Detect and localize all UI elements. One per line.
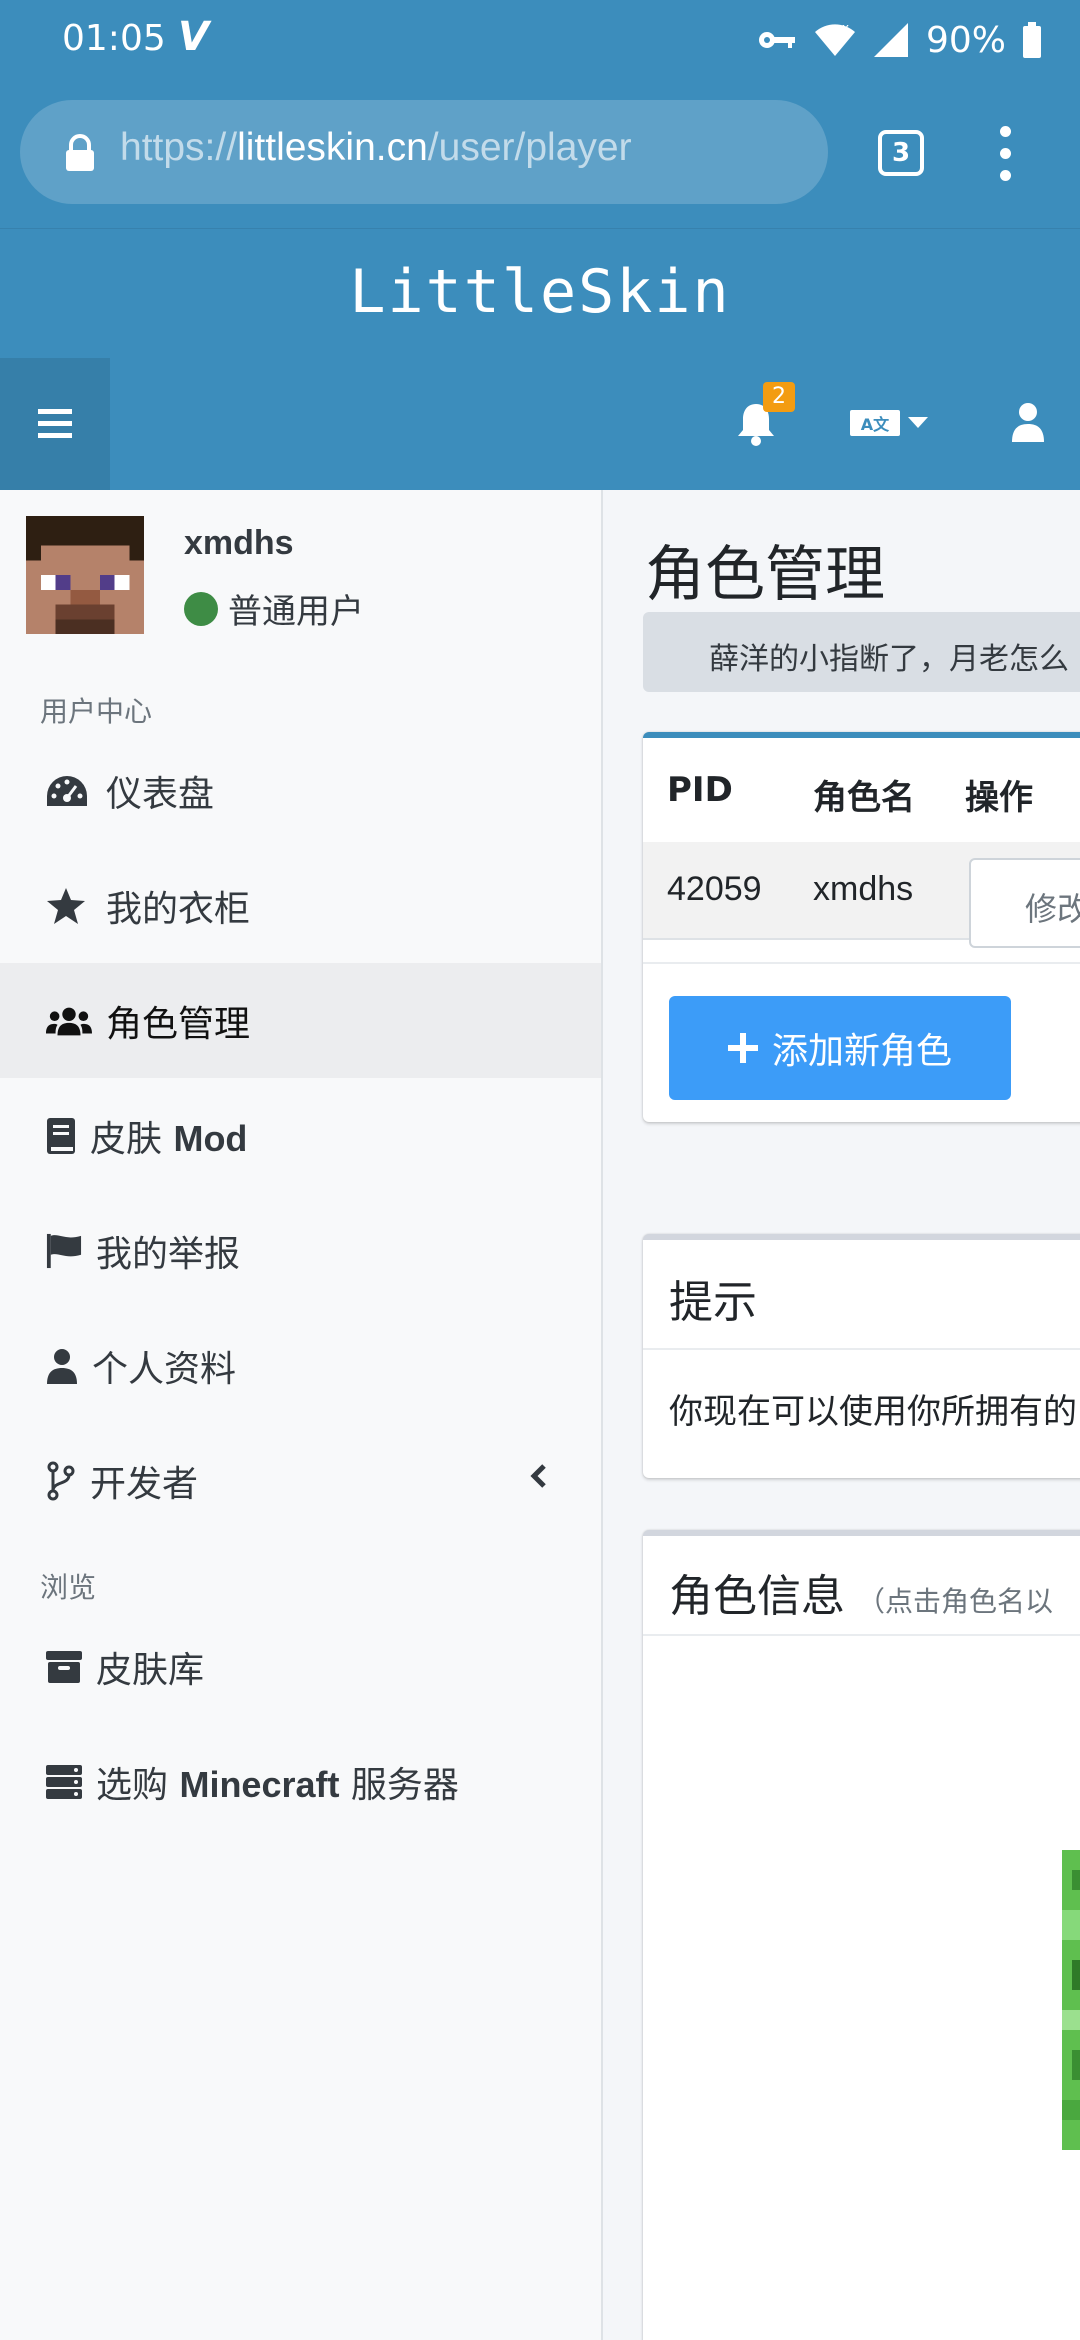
add-player-label: 添加新角色 [771,1031,952,1072]
wifi-icon: x [814,22,855,56]
url-bar[interactable]: https://littleskin.cn/user/player [20,100,828,204]
language-switcher[interactable]: A文 [850,410,928,436]
dot-icon [1000,170,1011,181]
sidebar: xmdhs 普通用户 用户中心 仪表盘 我的衣柜 角色管理 皮肤 Mod 我的举… [0,490,603,2340]
code-branch-icon [47,1461,75,1500]
tab-switcher-button[interactable]: 3 [878,130,924,176]
role-label: 普通用户 [228,592,364,632]
svg-text:x: x [842,22,849,35]
bars-icon [38,409,72,438]
site-logo[interactable]: LittleSkin [0,257,1080,327]
battery-icon [1023,22,1041,58]
sidebar-item-label: 个人资料 [92,1348,237,1390]
site-logo-bar: LittleSkin [0,228,1080,358]
plus-icon [727,1033,758,1063]
sidebar-item-profile[interactable]: 个人资料 [0,1308,601,1423]
sidebar-item-label: 我的衣柜 [106,888,251,930]
status-icons: x 90% [758,18,1042,62]
column-header: 操作 [965,778,1033,818]
buy-server-label-bold: Minecraft [179,1763,340,1805]
sidebar-item-label: 皮肤 Mod [90,1110,247,1162]
avatar [26,516,144,634]
star-icon [47,887,85,924]
add-player-button[interactable]: 添加新角色 [669,996,1011,1100]
dot-icon [1000,126,1011,137]
signal-icon [873,23,908,57]
buy-server-label-prefix: 选购 [96,1764,180,1806]
tip-card-title: 提示 [669,1277,757,1328]
caret-down-icon [908,417,928,428]
player-info-title-text: 角色信息 [669,1571,845,1622]
page-title: 角色管理 [645,540,885,610]
chevron-left-icon [530,1464,546,1488]
sidebar-item-skinlib[interactable]: 皮肤库 [0,1609,601,1724]
sidebar-item-dashboard[interactable]: 仪表盘 [0,733,601,848]
player-pid: 42059 [667,870,762,908]
card-divider [643,1634,1080,1636]
column-header: 角色名 [813,778,915,818]
sidebar-item-label: 选购 Minecraft 服务器 [96,1756,459,1808]
sidebar-section-user-center: 用户中心 [40,695,153,728]
player-info-subtitle: （点击角色名以 [857,1585,1054,1618]
language-icon: A文 [850,410,900,436]
sidebar-item-label: 仪表盘 [106,773,215,815]
sidebar-item-skin-mod[interactable]: 皮肤 Mod [0,1078,601,1193]
skin-preview [1062,1850,1080,2150]
dot-icon [1000,148,1011,159]
sidebar-item-label: 我的举报 [96,1233,241,1275]
online-status-icon [184,591,218,626]
table-header: PID 角色名 操作 [643,738,1080,842]
browser-menu-button[interactable] [990,126,1020,182]
notification-badge: 2 [763,382,795,412]
sidebar-item-label: 开发者 [90,1463,199,1505]
server-icon [46,1764,82,1799]
tip-card-body: 你现在可以使用你所拥有的 [669,1392,1077,1432]
tachometer-icon [47,775,87,806]
main-content: 角色管理 薛洋的小指断了，月老怎么 PID 角色名 操作 42059 xmdhs… [605,490,1080,2340]
sidebar-user-role: 普通用户 [184,584,364,633]
player-info-card: 角色信息 （点击角色名以 [643,1530,1080,2340]
card-divider [643,962,1080,964]
skin-mod-label-prefix: 皮肤 [90,1118,174,1160]
user-icon [47,1348,77,1384]
book-icon [47,1117,75,1154]
url-text: https://littleskin.cn/user/player [120,126,632,170]
flag-icon [46,1233,82,1268]
user-menu-icon[interactable] [1010,402,1046,442]
sidebar-item-label: 角色管理 [106,1003,251,1045]
url-scheme: https:// [120,126,238,169]
sidebar-item-reports[interactable]: 我的举报 [0,1193,601,1308]
status-time: 01:05 [62,18,166,59]
browser-toolbar: https://littleskin.cn/user/player 3 [0,80,1080,228]
skin-mod-label-bold: Mod [173,1117,248,1159]
sidebar-item-closet[interactable]: 我的衣柜 [0,848,601,963]
lock-icon [66,134,94,171]
edit-player-button[interactable]: 修改 [969,858,1080,948]
sidebar-item-buy-server[interactable]: 选购 Minecraft 服务器 [0,1724,601,1839]
top-navbar: 2 A文 [0,358,1080,490]
column-header: PID [667,770,733,810]
sidebar-item-player-manage[interactable]: 角色管理 [0,963,601,1078]
table-row: 42059 xmdhs 修改 [643,842,1080,948]
player-name[interactable]: xmdhs [813,870,913,909]
archive-icon [46,1650,82,1683]
player-info-title: 角色信息 （点击角色名以 [669,1560,1053,1624]
sidebar-username: xmdhs [184,524,294,562]
sidebar-section-browse: 浏览 [40,1571,97,1604]
buy-server-label-suffix: 服务器 [339,1764,459,1806]
battery-percent: 90% [925,19,1006,61]
sidebar-toggle-button[interactable] [0,358,110,490]
users-icon [46,1007,92,1035]
key-icon [758,32,795,48]
sidebar-item-label: 皮肤库 [96,1649,205,1691]
players-card: PID 角色名 操作 42059 xmdhs 修改 添加新角色 [643,732,1080,1122]
url-path: /user/player [427,126,632,169]
tip-card: 提示 你现在可以使用你所拥有的 [643,1234,1080,1478]
card-divider [643,1348,1080,1350]
carrier-icon: V [178,14,209,60]
status-bar: 01:05 V x 90% [0,0,1080,80]
announcement-bar: 薛洋的小指断了，月老怎么 [643,612,1080,692]
sidebar-item-developer[interactable]: 开发者 [0,1423,601,1538]
url-host: littleskin.cn [237,126,428,169]
